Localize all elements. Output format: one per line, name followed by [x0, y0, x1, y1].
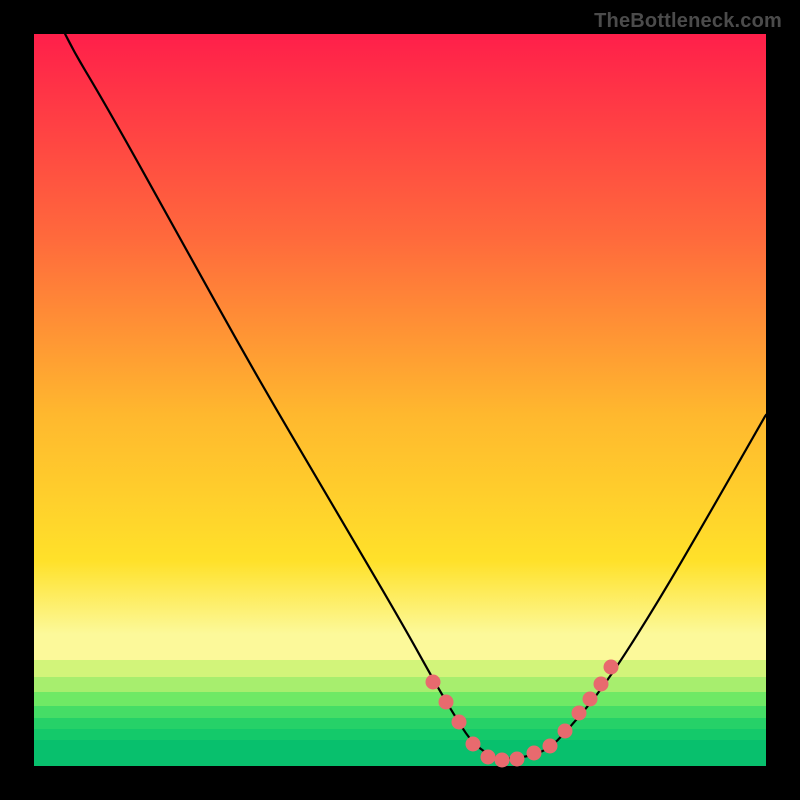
plot-area	[34, 34, 766, 766]
highlight-dot	[543, 738, 558, 753]
highlight-dot	[510, 751, 525, 766]
highlight-dot	[572, 706, 587, 721]
highlight-dot	[526, 745, 541, 760]
highlight-dot	[583, 691, 598, 706]
bottleneck-curve	[34, 34, 766, 759]
highlight-dot	[557, 723, 572, 738]
highlight-dot	[594, 677, 609, 692]
highlight-dot	[439, 694, 454, 709]
highlight-dot	[603, 660, 618, 675]
highlight-dot	[480, 750, 495, 765]
chart-frame: TheBottleneck.com	[0, 0, 800, 800]
highlight-dot	[451, 715, 466, 730]
highlight-dot	[495, 753, 510, 768]
curve-layer	[34, 34, 766, 766]
highlight-dot	[466, 737, 481, 752]
attribution-text: TheBottleneck.com	[594, 10, 782, 33]
highlight-dot	[425, 674, 440, 689]
